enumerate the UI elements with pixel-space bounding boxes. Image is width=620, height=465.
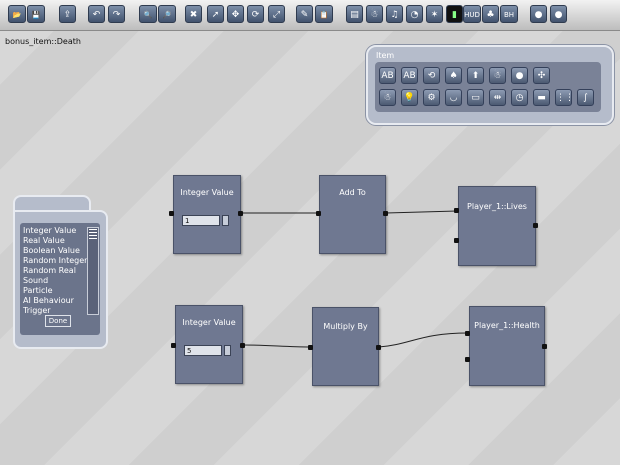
figure-green-icon[interactable]: ☃ xyxy=(379,89,396,106)
sound-wave-icon[interactable]: ◡ xyxy=(445,89,462,106)
timer-icon[interactable]: ◷ xyxy=(511,89,528,106)
output-port[interactable] xyxy=(383,211,388,216)
wire-multiply-health xyxy=(377,332,469,348)
bulb-icon[interactable]: 💡 xyxy=(401,89,418,106)
input-port[interactable] xyxy=(316,211,321,216)
palette-title: Item xyxy=(376,51,395,60)
curve-icon[interactable]: ∫ xyxy=(577,89,594,106)
node-title: Add To xyxy=(339,188,366,197)
input-port[interactable] xyxy=(308,345,313,350)
tree-item-icon[interactable]: ♠ xyxy=(445,67,462,84)
list-item-real-value[interactable]: Real Value xyxy=(23,236,65,245)
input-port[interactable] xyxy=(171,343,176,348)
car-icon[interactable]: ▬ xyxy=(533,89,550,106)
output-port[interactable] xyxy=(376,345,381,350)
input-port[interactable] xyxy=(169,211,174,216)
wire-int2-multiply xyxy=(241,344,312,348)
apple-icon[interactable]: ● xyxy=(511,67,528,84)
list-item-ai-behaviour[interactable]: AI Behaviour xyxy=(23,296,74,305)
rotate-item-icon[interactable]: ⟲ xyxy=(423,67,440,84)
list-item-random-real[interactable]: Random Real xyxy=(23,266,76,275)
node-multiply-by[interactable]: Multiply By xyxy=(312,307,379,386)
input-port[interactable] xyxy=(465,331,470,336)
panel-body: Integer Value Real Value Boolean Value R… xyxy=(13,210,108,349)
list-item-integer-value[interactable]: Integer Value xyxy=(23,226,76,235)
list-item-particle[interactable]: Particle xyxy=(23,286,53,295)
palette-buttons: AB AB ⟲ ♠ ⬆ ☃ ● ✣ ☃ 💡 ⚙ ◡ ▭ ⇹ ◷ ▬ ⋮⋮ ∫ xyxy=(375,62,601,112)
node-title: Player_1::Lives xyxy=(467,202,527,211)
value-type-list: Integer Value Real Value Boolean Value R… xyxy=(20,223,100,335)
list-item-trigger[interactable]: Trigger xyxy=(23,306,51,315)
input-port[interactable] xyxy=(454,238,459,243)
value-type-panel: Integer Value Real Value Boolean Value R… xyxy=(13,195,108,349)
text-ab-alt-icon[interactable]: AB xyxy=(401,67,418,84)
node-player-health[interactable]: Player_1::Health xyxy=(469,306,545,386)
folder-icon[interactable]: ▭ xyxy=(467,89,484,106)
node-title: Integer Value xyxy=(182,318,236,327)
list-item-boolean-value[interactable]: Boolean Value xyxy=(23,246,80,255)
grid-icon[interactable]: ⋮⋮ xyxy=(555,89,574,106)
value-spinner[interactable] xyxy=(222,215,229,226)
node-title: Integer Value xyxy=(180,188,234,197)
input-port[interactable] xyxy=(454,208,459,213)
done-button[interactable]: Done xyxy=(45,315,71,327)
list-item-sound[interactable]: Sound xyxy=(23,276,48,285)
molecule-icon[interactable]: ✣ xyxy=(533,67,550,84)
gear-icon[interactable]: ⚙ xyxy=(423,89,440,106)
output-port[interactable] xyxy=(533,223,538,228)
list-scrollbar[interactable] xyxy=(87,227,99,315)
list-item-random-integer[interactable]: Random Integer xyxy=(23,256,87,265)
text-ab-icon[interactable]: AB xyxy=(379,67,396,84)
arrow-up-icon[interactable]: ⬆ xyxy=(467,67,484,84)
figure-icon[interactable]: ☃ xyxy=(489,67,506,84)
value-spinner[interactable] xyxy=(224,345,231,356)
node-player-lives[interactable]: Player_1::Lives xyxy=(458,186,536,266)
integer-value-input[interactable]: 5 xyxy=(184,345,222,356)
output-port[interactable] xyxy=(542,344,547,349)
node-title: Multiply By xyxy=(323,322,368,331)
integer-value-input[interactable]: 1 xyxy=(182,215,220,226)
split-icon[interactable]: ⇹ xyxy=(489,89,506,106)
node-integer-value-2[interactable]: Integer Value 5 xyxy=(175,305,243,384)
input-port[interactable] xyxy=(465,357,470,362)
wire-addto-lives xyxy=(385,210,458,214)
node-add-to[interactable]: Add To xyxy=(319,175,386,254)
output-port[interactable] xyxy=(238,211,243,216)
output-port[interactable] xyxy=(240,343,245,348)
node-title: Player_1::Health xyxy=(474,321,540,330)
node-integer-value-1[interactable]: Integer Value 1 xyxy=(173,175,241,254)
item-palette: Item AB AB ⟲ ♠ ⬆ ☃ ● ✣ ☃ 💡 ⚙ ◡ ▭ ⇹ ◷ ▬ ⋮⋮ ∫ xyxy=(366,45,614,125)
